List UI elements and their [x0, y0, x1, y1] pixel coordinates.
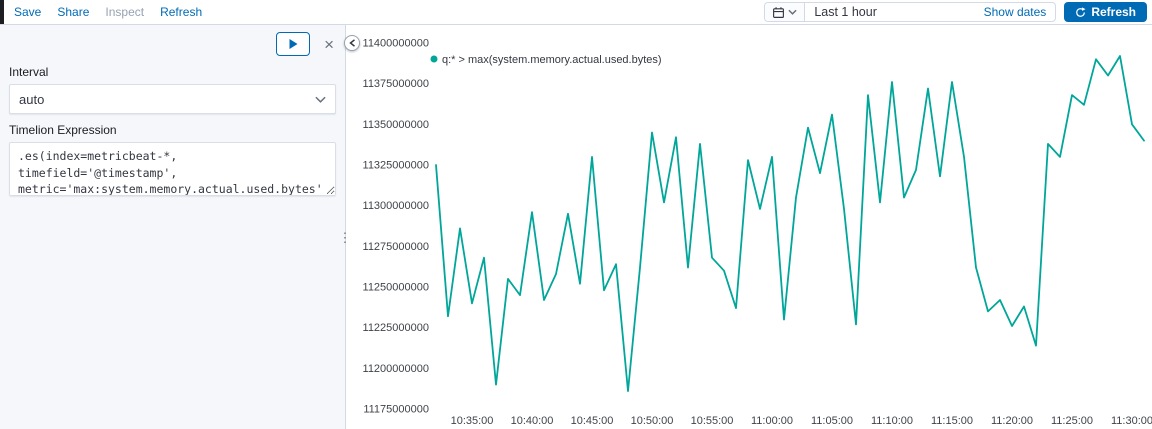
show-dates-button[interactable]: Show dates	[984, 3, 1056, 21]
x-axis-tick-label: 11:25:00	[1051, 415, 1093, 427]
sidebar-toolbar: ×	[9, 25, 336, 56]
top-nav-links: Save Share Inspect Refresh	[4, 5, 202, 19]
chevron-down-icon	[315, 96, 326, 103]
series-line[interactable]	[435, 55, 1145, 393]
timelion-sidebar: × Interval auto Timelion Expression .es(…	[0, 25, 352, 429]
interval-value: auto	[19, 91, 45, 107]
expression-label: Timelion Expression	[9, 123, 117, 137]
panel-resize-handle[interactable]: ⋮	[339, 227, 352, 249]
x-axis-tick-label: 11:15:00	[931, 415, 973, 427]
run-expression-button[interactable]	[276, 32, 311, 56]
x-axis-tick-label: 11:30:00	[1111, 415, 1152, 427]
interval-label: Interval	[9, 65, 49, 79]
legend-dot	[430, 55, 438, 63]
y-axis-tick-label: 11275000000	[363, 241, 429, 253]
calendar-icon	[772, 6, 785, 19]
refresh-button-label: Refresh	[1091, 5, 1136, 19]
refresh-icon	[1075, 6, 1086, 18]
inspect-button[interactable]: Inspect	[105, 5, 144, 19]
legend-label: q:* > max(system.memory.actual.used.byte…	[442, 54, 662, 66]
interval-select[interactable]: auto	[9, 84, 336, 114]
calendar-dropdown-button[interactable]	[765, 3, 806, 21]
timelion-chart[interactable]: 11400000000 11375000000 11350000000 1132500…	[346, 25, 1152, 429]
play-icon	[289, 39, 298, 49]
y-axis-tick-label: 11225000000	[363, 322, 429, 334]
refresh-button[interactable]: Refresh	[1064, 2, 1147, 22]
time-range-value[interactable]: Last 1 hour	[805, 3, 983, 21]
top-bar: Save Share Inspect Refresh Last 1 hour S…	[0, 0, 1152, 25]
share-button[interactable]: Share	[57, 5, 89, 19]
y-axis-tick-label: 11175000000	[363, 404, 429, 416]
x-axis-tick-label: 10:45:00	[571, 415, 614, 427]
x-axis-tick-label: 10:50:00	[631, 415, 674, 427]
date-picker: Last 1 hour Show dates	[764, 2, 1057, 22]
x-axis-tick-label: 11:10:00	[871, 415, 913, 427]
y-axis-tick-label: 11300000000	[363, 200, 429, 212]
y-axis-tick-label: 11350000000	[363, 119, 429, 131]
y-axis-tick-label: 11200000000	[363, 363, 429, 375]
x-axis-tick-label: 11:20:00	[991, 415, 1033, 427]
x-axis-tick-label: 10:35:00	[451, 415, 494, 427]
collapse-panel-button[interactable]	[344, 35, 360, 51]
time-controls: Last 1 hour Show dates Refresh	[764, 2, 1152, 22]
x-axis-tick-label: 10:40:00	[511, 415, 554, 427]
chevron-down-icon	[788, 9, 797, 15]
y-axis-tick-label: 11400000000	[363, 38, 429, 50]
refresh-link[interactable]: Refresh	[160, 5, 202, 19]
y-axis-tick-label: 11250000000	[363, 282, 429, 294]
timelion-expression-input[interactable]: .es(index=metricbeat-*, timefield='@time…	[9, 142, 336, 196]
chart-panel: 11400000000 11375000000 11350000000 1132500…	[344, 25, 1152, 429]
close-icon[interactable]: ×	[322, 36, 336, 53]
x-axis-tick-label: 10:55:00	[691, 415, 734, 427]
x-axis-tick-label: 11:05:00	[811, 415, 853, 427]
save-button[interactable]: Save	[14, 5, 41, 19]
y-axis-tick-label: 11325000000	[363, 160, 429, 172]
y-axis-tick-label: 11375000000	[363, 78, 429, 90]
main-area: × Interval auto Timelion Expression .es(…	[0, 25, 1152, 429]
x-axis-tick-label: 11:00:00	[751, 415, 793, 427]
